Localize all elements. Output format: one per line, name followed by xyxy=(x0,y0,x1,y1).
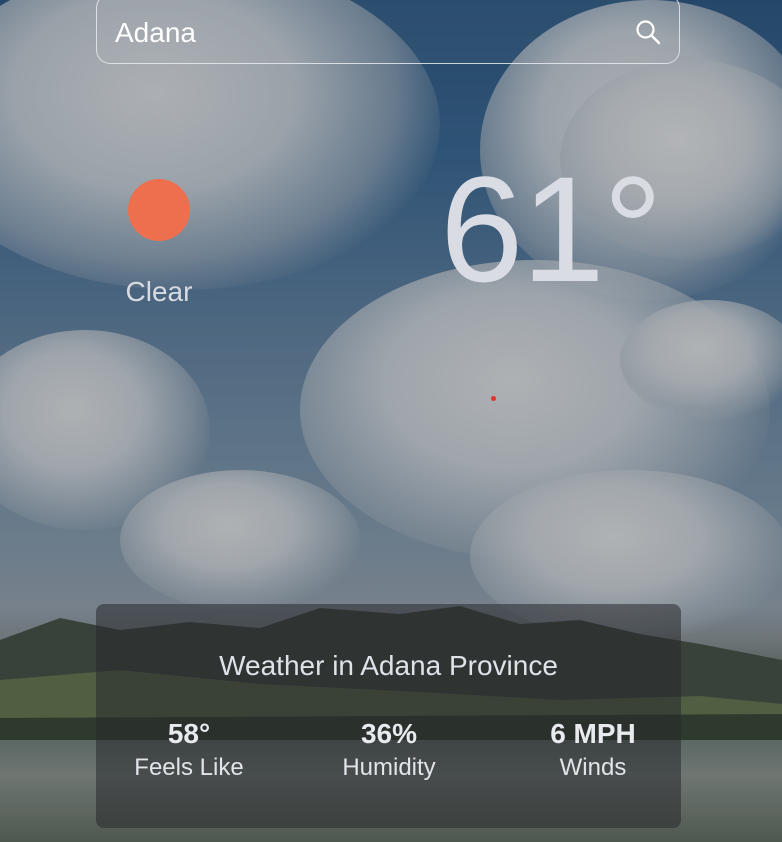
condition-label: Clear xyxy=(125,276,193,307)
location-title: Weather in Adana Province xyxy=(219,650,558,681)
weather-app: Clear 61° Weather in Adana Province 58° … xyxy=(0,0,782,842)
feels-like-value: 58° xyxy=(167,718,211,749)
search-bar xyxy=(96,0,680,64)
red-dot xyxy=(491,396,496,401)
search-input[interactable] xyxy=(113,8,633,50)
humidity-stat: 36% Humidity xyxy=(309,718,469,782)
winds-value: 6 MPH xyxy=(550,718,636,749)
weather-details-card: Weather in Adana Province 58° Feels Like… xyxy=(96,604,681,828)
search-icon[interactable] xyxy=(633,17,663,47)
sun-icon xyxy=(128,179,190,241)
humidity-value: 36% xyxy=(360,718,418,749)
feels-like-stat: 58° Feels Like xyxy=(109,718,269,782)
humidity-label: Humidity xyxy=(342,754,436,781)
feels-like-label: Feels Like xyxy=(134,754,244,781)
winds-label: Winds xyxy=(559,754,627,781)
winds-stat: 6 MPH Winds xyxy=(513,718,673,782)
current-temperature: 61° xyxy=(440,145,663,313)
